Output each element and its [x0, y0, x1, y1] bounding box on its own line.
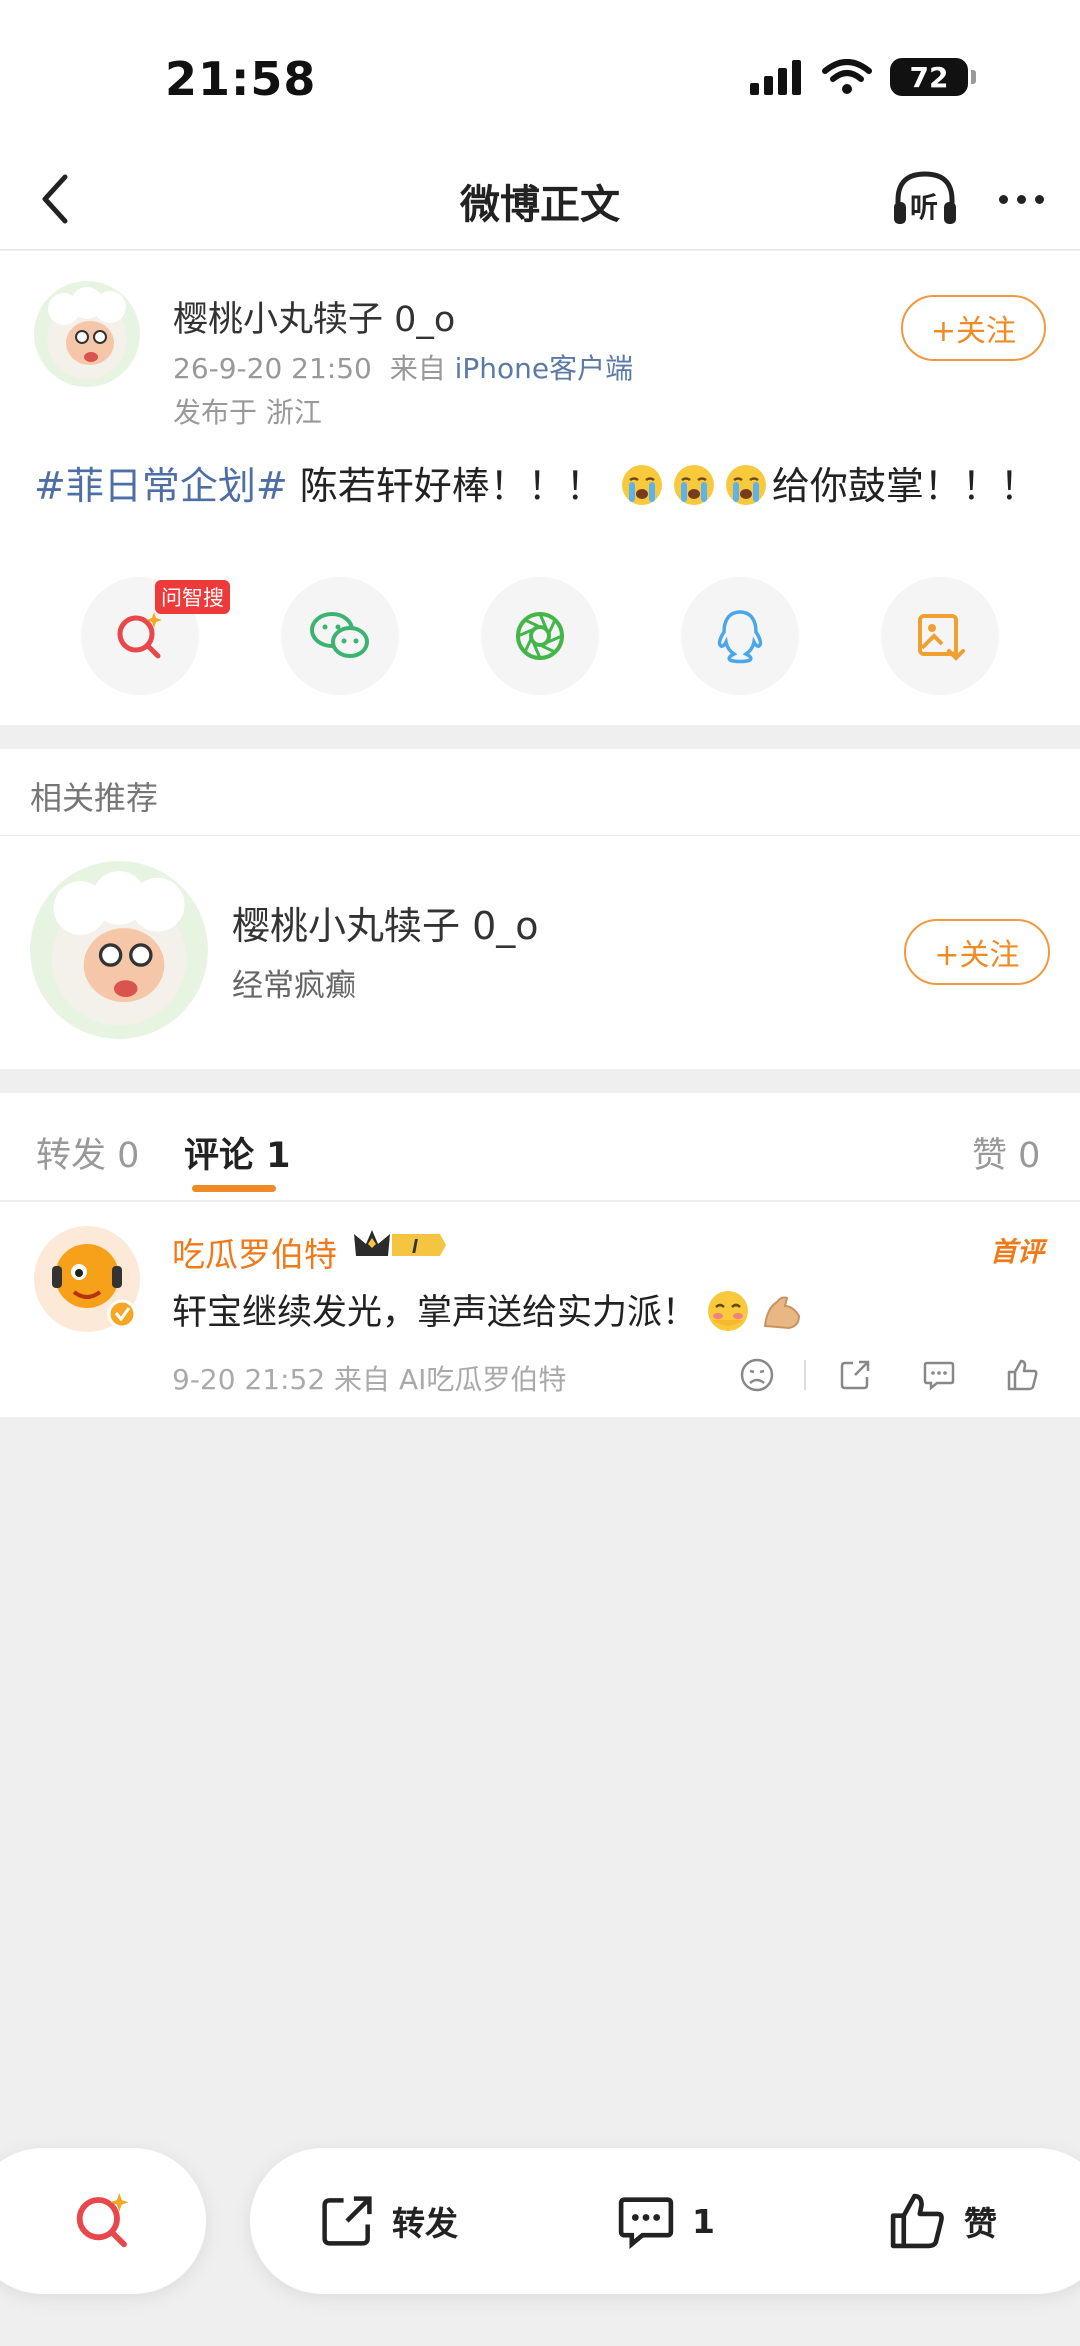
status-bar: 21:58 72: [0, 0, 1080, 150]
divider: [0, 835, 1080, 836]
recommend-avatar[interactable]: [30, 861, 208, 1039]
qq-icon: [717, 610, 763, 664]
author-avatar[interactable]: [34, 281, 140, 387]
status-icons: 72: [748, 58, 976, 96]
comment-meta: 9-20 21:52 来自 AI吃瓜罗伯特: [172, 1363, 567, 1396]
signal-icon: [750, 60, 801, 95]
comment-like-button[interactable]: [996, 1348, 1050, 1402]
tab-repost[interactable]: 转发 0: [36, 1127, 139, 1178]
wechat-icon: [310, 612, 369, 658]
crying-emoji-icon: [621, 465, 662, 505]
shy-emoji-icon: [708, 1291, 749, 1331]
repost-icon: [322, 2196, 372, 2246]
more-dot: [998, 194, 1008, 204]
listen-button[interactable]: 听: [888, 162, 962, 236]
crying-emoji-icon: [673, 465, 714, 505]
first-comment-badge: 首评: [990, 1237, 1044, 1268]
comment-item: 吃瓜罗伯特 I 首评 轩宝继续发光，掌声送给实力派！ 9-20 21:52 来自…: [0, 1202, 1080, 1417]
bottom-action-bar: 转发 1 赞: [0, 2140, 1080, 2310]
share-moments-button[interactable]: [481, 577, 599, 695]
recommend-section: 相关推荐 樱桃小丸犊子 0_o 经常疯癫 +关注: [0, 749, 1080, 1069]
battery-level: 72: [909, 60, 949, 94]
save-image-icon: [918, 614, 965, 661]
vip-badge: I: [352, 1226, 448, 1268]
battery-indicator: 72: [890, 58, 976, 96]
tab-like[interactable]: 赞 0: [972, 1127, 1040, 1178]
commenter-name[interactable]: 吃瓜罗伯特: [172, 1228, 337, 1276]
comment-button[interactable]: 1: [614, 2186, 715, 2256]
like-label: 赞: [964, 2204, 997, 2243]
share-icon: [840, 1360, 870, 1390]
save-image-button[interactable]: [881, 577, 999, 695]
comment-count: 1: [692, 2201, 715, 2241]
comment-actions: [730, 1348, 1060, 1402]
tab-active-indicator: [192, 1185, 276, 1192]
recommend-name[interactable]: 樱桃小丸犊子 0_o: [232, 895, 539, 950]
comment-icon: [618, 2197, 674, 2250]
crown-icon: I: [354, 1230, 446, 1258]
more-dot: [1034, 194, 1044, 204]
repost-button[interactable]: 转发: [316, 2186, 458, 2256]
share-qq-button[interactable]: [681, 577, 799, 695]
comment-icon: [923, 1361, 955, 1391]
reply-button[interactable]: [912, 1348, 966, 1402]
follow-button[interactable]: +关注: [901, 295, 1046, 361]
more-button[interactable]: [984, 162, 1058, 236]
comment-text: 轩宝继续发光，掌声送给实力派！: [172, 1284, 805, 1335]
post-card: 樱桃小丸犊子 0_o 26-9-20 21:50 来自 iPhone客户端 发布…: [0, 251, 1080, 725]
thumbs-up-icon: [1007, 1359, 1038, 1391]
nav-bar: 微博正文 听: [0, 150, 1080, 250]
status-time: 21:58: [165, 52, 317, 106]
muscle-emoji-icon: [763, 1296, 801, 1330]
divider: [804, 1360, 806, 1390]
ai-search-icon: [76, 2193, 129, 2248]
thumbs-up-icon: [890, 2193, 944, 2249]
vip-level: I: [412, 1236, 418, 1258]
sheep-avatar-icon: [30, 861, 208, 1039]
more-dot: [1016, 194, 1026, 204]
post-text-tail: 给你鼓掌！！！: [771, 464, 1038, 508]
post-location: 发布于 浙江: [173, 396, 322, 429]
recommend-title: 相关推荐: [30, 779, 159, 817]
post-source[interactable]: iPhone客户端: [455, 352, 634, 385]
post-content: #菲日常企划# 陈若轩好棒！！！ 给你鼓掌！！！: [34, 455, 1038, 510]
frown-icon: [740, 1358, 774, 1392]
mascot-avatar-icon: [34, 1226, 140, 1332]
ai-search-fab[interactable]: [0, 2148, 206, 2294]
share-wechat-button[interactable]: [281, 577, 399, 695]
crying-emoji-icon: [725, 465, 766, 505]
hashtag-link[interactable]: #菲日常企划#: [34, 464, 288, 508]
listen-label: 听: [910, 191, 939, 224]
post-time: 26-9-20 21:50: [173, 352, 372, 385]
comment-share-button[interactable]: [828, 1348, 882, 1402]
post-meta: 26-9-20 21:50 来自 iPhone客户端: [173, 347, 633, 387]
author-name[interactable]: 樱桃小丸犊子 0_o: [173, 291, 455, 342]
source-prefix: 来自: [389, 352, 446, 385]
commenter-avatar[interactable]: [34, 1226, 140, 1332]
feedback-tabs: 转发 0 评论 1 赞 0: [0, 1093, 1080, 1201]
repost-label: 转发: [392, 2204, 458, 2243]
tab-comment[interactable]: 评论 1: [184, 1127, 291, 1178]
moments-icon: [516, 612, 564, 660]
ai-search-badge: 问智搜: [155, 580, 230, 614]
like-button[interactable]: 赞: [886, 2186, 997, 2256]
comment-text-body: 轩宝继续发光，掌声送给实力派！: [172, 1293, 698, 1333]
wifi-icon: [822, 59, 872, 94]
bottom-actions: 转发 1 赞: [250, 2148, 1080, 2294]
post-text-main: 陈若轩好棒！！！: [287, 464, 604, 508]
dislike-button[interactable]: [730, 1348, 784, 1402]
recommend-desc: 经常疯癫: [232, 968, 356, 1004]
recommend-follow-button[interactable]: +关注: [904, 919, 1050, 985]
ai-search-icon: [117, 612, 162, 659]
sheep-avatar-icon: [34, 281, 140, 387]
